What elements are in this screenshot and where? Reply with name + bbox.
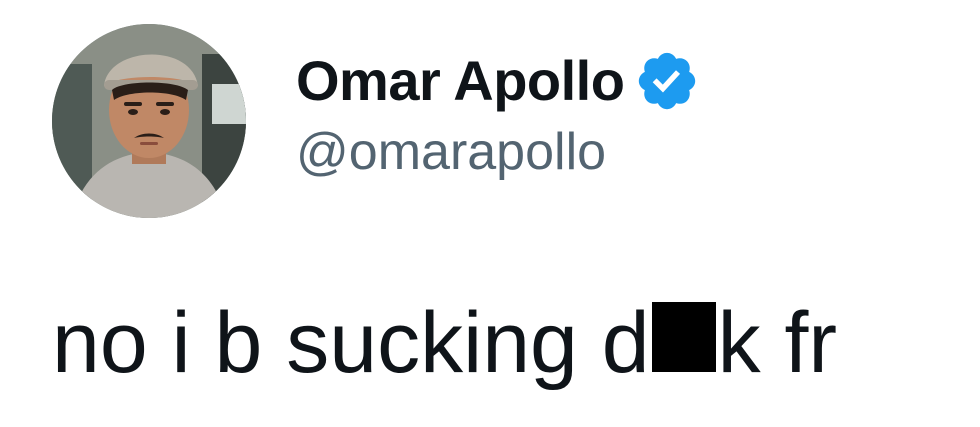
avatar[interactable]	[52, 24, 246, 218]
avatar-photo-icon	[52, 24, 246, 218]
tweet-text-part-1: no i b sucking d	[52, 295, 650, 391]
author-display-name[interactable]: Omar Apollo	[296, 53, 625, 109]
censor-bar	[651, 302, 716, 372]
author-name-row: Omar Apollo	[296, 46, 700, 116]
tweet-text: no i b sucking d k fr	[52, 300, 837, 386]
tweet-text-part-2: k fr	[717, 295, 838, 391]
author-handle[interactable]: @omarapollo	[296, 126, 700, 178]
tweet-header: Omar Apollo @omarapollo	[296, 46, 700, 178]
tweet-card: Omar Apollo @omarapollo no i b sucking d…	[0, 0, 980, 427]
verified-badge-icon[interactable]	[634, 48, 700, 114]
